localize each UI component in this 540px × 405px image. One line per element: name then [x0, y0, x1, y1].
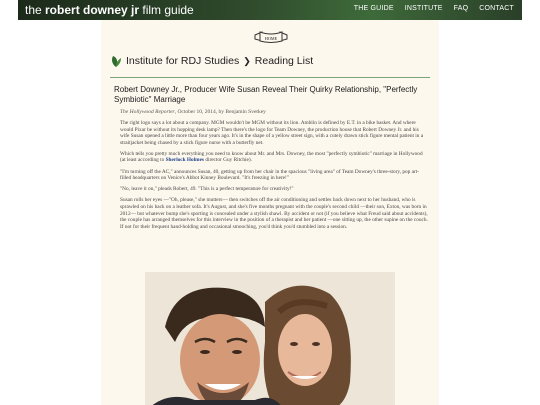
breadcrumb-page: Reading List: [254, 55, 314, 67]
paragraph-5: Susan rolls her eyes —"Oh, please," she …: [120, 197, 428, 230]
leaf-icon: [112, 56, 121, 67]
byline-source: The Hollywood Reporter: [120, 109, 175, 115]
nav-the-guide[interactable]: THE GUIDE: [354, 5, 394, 12]
site-title-part2: film guide: [139, 3, 194, 17]
article-photo: [145, 272, 395, 405]
paragraph-4: "No, leave it on," pleads Robert, 49. "T…: [120, 186, 294, 193]
top-nav: THE GUIDE INSTITUTE FAQ CONTACT: [354, 5, 514, 12]
content-panel: HOME Institute for RDJ Studies ❯ Reading…: [101, 20, 439, 405]
nav-contact[interactable]: CONTACT: [479, 5, 514, 12]
couple-photo-illustration: [145, 272, 395, 405]
byline-rest: , October 10, 2014, by Benjamin Svetkey: [174, 109, 266, 115]
paragraph-1: The right logo says a lot about a compan…: [120, 120, 424, 146]
divider: [110, 77, 430, 78]
site-title-part1: the: [25, 3, 46, 17]
home-banner-label: HOME: [265, 36, 278, 41]
nav-institute[interactable]: INSTITUTE: [405, 5, 443, 12]
paragraph-3: "I'm turning off the AC," announces Susa…: [120, 168, 419, 182]
breadcrumb: Institute for RDJ Studies ❯ Reading List: [110, 54, 313, 68]
byline: The Hollywood Reporter, October 10, 2014…: [120, 109, 266, 115]
sherlock-holmes-link[interactable]: Sherlock Holmes: [166, 157, 204, 163]
article-title: Robert Downey Jr., Producer Wife Susan R…: [114, 85, 418, 104]
site-title[interactable]: the robert downey jr film guide: [25, 3, 194, 17]
nav-faq[interactable]: FAQ: [454, 5, 469, 12]
site-title-bold: robert downey jr: [45, 3, 140, 17]
article-body: The right logo says a lot about a compan…: [120, 120, 428, 235]
paragraph-2: Which tells you pretty much everything y…: [120, 151, 428, 164]
home-banner-icon[interactable]: HOME: [253, 28, 289, 46]
paragraph-2-after: director Guy Ritchie).: [204, 157, 252, 164]
site-header: the robert downey jr film guide THE GUID…: [18, 0, 522, 20]
breadcrumb-section[interactable]: Institute for RDJ Studies: [126, 55, 239, 67]
breadcrumb-separator-icon: ❯: [243, 55, 251, 66]
